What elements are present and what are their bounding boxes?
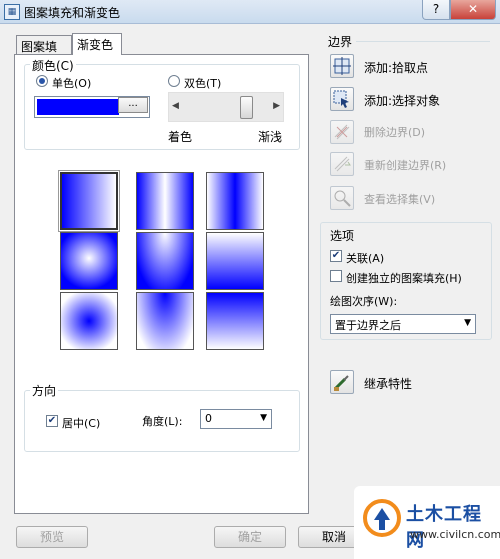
ok-button[interactable]: 确定	[214, 526, 286, 548]
gradient-swatch-linear[interactable]	[58, 170, 120, 232]
tab-gradient[interactable]: 渐变色	[72, 33, 122, 55]
title-bar: ▦ 图案填充和渐变色 ? ✕	[0, 0, 500, 24]
slider-left-arrow-icon[interactable]: ◀	[172, 101, 179, 111]
boundaries-divider	[356, 41, 490, 42]
options-title: 选项	[328, 227, 357, 244]
chevron-down-icon: ▼	[464, 318, 471, 328]
draw-order-label: 绘图次序(W):	[330, 295, 398, 308]
draw-order-combo[interactable]: 置于边界之后 ▼	[330, 314, 476, 334]
draw-order-value: 置于边界之后	[335, 319, 401, 332]
gradient-swatch-inverted-hemispherical[interactable]	[136, 292, 194, 350]
separate-hatches-checkbox[interactable]	[330, 270, 342, 282]
one-color-radio[interactable]	[36, 75, 48, 87]
one-color-label: 单色(O)	[52, 77, 92, 90]
centered-checkbox[interactable]: ✔	[46, 415, 58, 427]
gradient-swatch-inverted-cylinder[interactable]	[206, 172, 264, 230]
remove-boundary-icon	[334, 124, 350, 140]
gradient-swatch-hemispherical[interactable]	[136, 232, 194, 290]
chevron-down-icon: ▼	[260, 413, 267, 423]
view-selection-label[interactable]: 查看选择集(V)	[364, 191, 435, 207]
slider-thumb[interactable]	[239, 96, 253, 119]
gradient-swatch-inverted-curved[interactable]	[206, 292, 264, 350]
gradient-swatch-curved[interactable]	[206, 232, 264, 290]
pick-point-icon	[333, 57, 351, 75]
boundaries-title: 边界	[328, 35, 353, 49]
watermark-url: www.civilcn.com	[410, 528, 500, 541]
shade-label: 着色	[168, 130, 193, 144]
associative-label: 关联(A)	[346, 252, 385, 265]
view-selection-button[interactable]	[330, 186, 354, 210]
remove-boundary-button[interactable]	[330, 120, 354, 144]
tab-hatch[interactable]: 图案填充	[16, 35, 72, 71]
slider-right-arrow-icon[interactable]: ▶	[273, 101, 280, 111]
separate-hatches-label: 创建独立的图案填充(H)	[346, 272, 462, 285]
orientation-group-title: 方向	[30, 382, 59, 399]
gradient-swatch-inverted-spherical[interactable]	[60, 292, 118, 350]
inherit-properties-icon	[333, 375, 349, 391]
angle-value: 0	[205, 412, 212, 425]
close-button[interactable]: ✕	[450, 0, 496, 20]
pick-point-label[interactable]: 添加:拾取点	[364, 59, 428, 76]
angle-label: 角度(L):	[142, 415, 183, 428]
tint-label: 渐浅	[258, 130, 283, 144]
angle-combo[interactable]: 0 ▼	[200, 409, 272, 429]
inherit-properties-label[interactable]: 继承特性	[364, 375, 412, 392]
shade-tint-slider[interactable]: ◀ ▶	[168, 92, 284, 122]
browse-color-button[interactable]: ...	[118, 97, 148, 113]
help-button[interactable]: ?	[422, 0, 450, 20]
select-objects-label[interactable]: 添加:选择对象	[364, 92, 440, 109]
preview-button[interactable]: 预览	[16, 526, 88, 548]
view-selection-icon	[334, 190, 351, 207]
associative-checkbox[interactable]: ✔	[330, 250, 342, 262]
select-objects-icon	[333, 90, 349, 108]
color-group-title: 颜色(C)	[30, 57, 76, 74]
color-fill	[37, 99, 119, 115]
two-color-label: 双色(T)	[184, 77, 222, 90]
watermark-text: 土木工程网	[406, 504, 482, 551]
recreate-boundary-label[interactable]: 重新创建边界(R)	[364, 157, 446, 173]
two-color-radio[interactable]	[168, 75, 180, 87]
civilcn-logo	[363, 499, 401, 537]
remove-boundary-label[interactable]: 删除边界(D)	[364, 124, 425, 140]
recreate-boundary-icon	[334, 156, 351, 172]
recreate-boundary-button[interactable]	[330, 152, 354, 176]
gradient-swatch-cylinder[interactable]	[136, 172, 194, 230]
select-objects-button[interactable]	[330, 87, 354, 111]
pick-point-button[interactable]	[330, 54, 354, 78]
inherit-properties-button[interactable]	[330, 370, 354, 394]
watermark: 土木工程网 www.civilcn.com	[354, 486, 500, 559]
gradient-swatch-spherical[interactable]	[60, 232, 118, 290]
centered-label: 居中(C)	[62, 417, 101, 430]
window-title: 图案填充和渐变色	[24, 6, 121, 20]
hatch-app-icon: ▦	[4, 4, 20, 20]
